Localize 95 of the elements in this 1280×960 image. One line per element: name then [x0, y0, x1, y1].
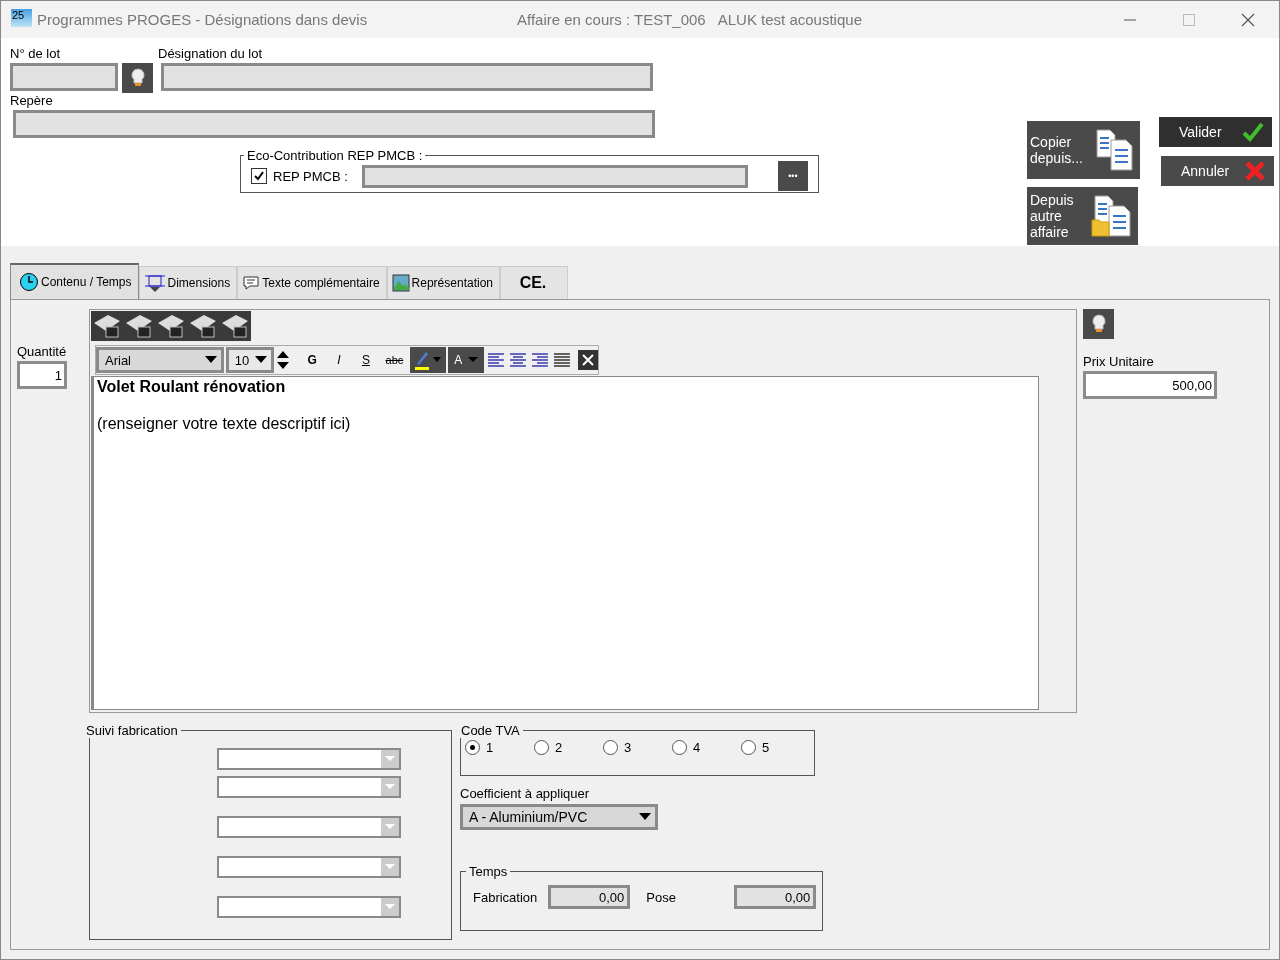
light-bulb-icon: [1091, 314, 1106, 334]
font-dropdown[interactable]: Arial: [96, 347, 224, 373]
light-bulb-icon: [130, 68, 145, 88]
font-value: Arial: [105, 352, 131, 368]
tab[interactable]: Représentation: [386, 266, 500, 299]
italic-button[interactable]: I: [326, 353, 352, 367]
vat-option-label: 4: [693, 740, 701, 755]
description-title: Volet Roulant rénovation: [97, 378, 287, 396]
caret-icon: [639, 813, 651, 821]
time-label: Fabrication: [473, 889, 538, 905]
tab[interactable]: Contenu / Temps: [10, 263, 139, 299]
quantity-field[interactable]: 1: [17, 361, 67, 389]
rep-pmcb-label: REP PMCB :: [273, 168, 348, 184]
lot-number-field[interactable]: [10, 63, 118, 91]
template-icon: [156, 313, 186, 339]
align-icon[interactable]: [530, 352, 551, 368]
vat-radio[interactable]: [741, 740, 756, 755]
validate-button[interactable]: Valider: [1159, 117, 1272, 147]
vat-code-legend: Code TVA: [458, 723, 523, 738]
vat-option-label: 1: [486, 740, 494, 755]
vat-radio[interactable]: [534, 740, 549, 755]
coefficient-dropdown[interactable]: A - Aluminium/PVC: [460, 804, 658, 830]
job-name: ALUK test acoustique: [717, 11, 862, 28]
template-button[interactable]: [91, 311, 123, 341]
coefficient-label: Coefficient à appliquer: [460, 786, 591, 801]
landscape-picture-icon: [391, 274, 410, 292]
checkmark-icon: [1242, 122, 1264, 142]
bold-button[interactable]: G: [299, 353, 325, 367]
current-job: Affaire en cours : TEST_006: [517, 11, 706, 28]
caret-icon: [204, 356, 217, 364]
vat-option-label: 2: [555, 740, 563, 755]
clock-icon: [19, 272, 39, 292]
template-icon: [124, 313, 154, 339]
vat-radio[interactable]: [465, 740, 480, 755]
copy-from-button[interactable]: Depuis autre affaire: [1027, 187, 1138, 245]
close-icon: [582, 354, 594, 366]
empty-dropdown[interactable]: [217, 776, 401, 798]
rep-pmcb-checkbox[interactable]: [251, 168, 267, 184]
copy-from-button[interactable]: Copier depuis...: [1027, 121, 1140, 179]
cross-icon: [1244, 161, 1266, 181]
quantity-label: Quantité: [17, 344, 68, 359]
tab[interactable]: Texte complémentaire: [237, 266, 387, 299]
time-field[interactable]: 0,00: [734, 885, 817, 909]
template-icon: [188, 313, 218, 339]
app-icon: 25: [11, 9, 32, 27]
text-color-button[interactable]: A: [448, 347, 485, 373]
caret-icon: [468, 357, 479, 363]
unit-price-field[interactable]: 500,00: [1083, 371, 1217, 399]
production-tracking-legend: Suivi fabrication: [83, 723, 181, 738]
dimensions-icon: [143, 273, 166, 293]
marker-field[interactable]: [13, 110, 655, 138]
underline-button[interactable]: S: [353, 353, 379, 367]
close-icon[interactable]: [1241, 12, 1255, 27]
time-label: Pose: [646, 889, 677, 905]
unit-price-label: Prix Unitaire: [1083, 354, 1155, 369]
vat-radio[interactable]: [603, 740, 618, 755]
more-button[interactable]: •••: [777, 161, 808, 191]
lot-designation-label: Désignation du lot: [158, 46, 263, 61]
empty-dropdown[interactable]: [217, 816, 401, 838]
align-icon[interactable]: [486, 352, 507, 368]
vat-option-label: 5: [762, 740, 770, 755]
template-button[interactable]: [219, 311, 251, 341]
vat-option-label: 3: [624, 740, 632, 755]
empty-dropdown[interactable]: [217, 856, 401, 878]
align-icon[interactable]: [552, 352, 573, 368]
highlight-button[interactable]: [410, 347, 447, 373]
marker-label: Repère: [10, 93, 53, 108]
font-size-value: 10: [234, 352, 250, 368]
lot-number-label: N° de lot: [10, 46, 61, 61]
time-legend: Temps: [466, 864, 511, 879]
clear-format-button[interactable]: [578, 350, 598, 370]
time-field[interactable]: 0,00: [548, 885, 631, 909]
align-icon[interactable]: [508, 352, 529, 368]
empty-dropdown[interactable]: [217, 748, 401, 770]
window-title: Programmes PROGES - Désignations dans devis: [37, 11, 369, 28]
coefficient-value: A - Aluminium/PVC: [469, 809, 588, 825]
bulb-button[interactable]: [122, 63, 153, 93]
description-editor[interactable]: Volet Roulant rénovation (renseigner votre texte descriptif ici): [91, 376, 1039, 710]
font-size-dropdown[interactable]: 10: [225, 347, 274, 373]
vat-radio[interactable]: [672, 740, 687, 755]
template-icon: [220, 313, 250, 339]
speech-bubble-icon: [242, 275, 261, 291]
strikethrough-button[interactable]: abc: [380, 354, 409, 366]
highlighter-icon: [413, 349, 444, 371]
eco-contribution-legend: Eco-Contribution REP PMCB :: [244, 148, 426, 163]
rep-pmcb-field[interactable]: [361, 164, 748, 188]
tab[interactable]: CE.: [500, 266, 568, 299]
description-text: (renseigner votre texte descriptif ici): [97, 415, 352, 433]
bulb-button[interactable]: [1083, 309, 1114, 339]
caret-icon: [254, 356, 267, 364]
empty-dropdown[interactable]: [217, 896, 401, 918]
cancel-button[interactable]: Annuler: [1161, 156, 1274, 186]
tab[interactable]: Dimensions: [138, 266, 238, 299]
template-icon: [92, 313, 122, 339]
lot-designation-field[interactable]: [161, 63, 653, 91]
